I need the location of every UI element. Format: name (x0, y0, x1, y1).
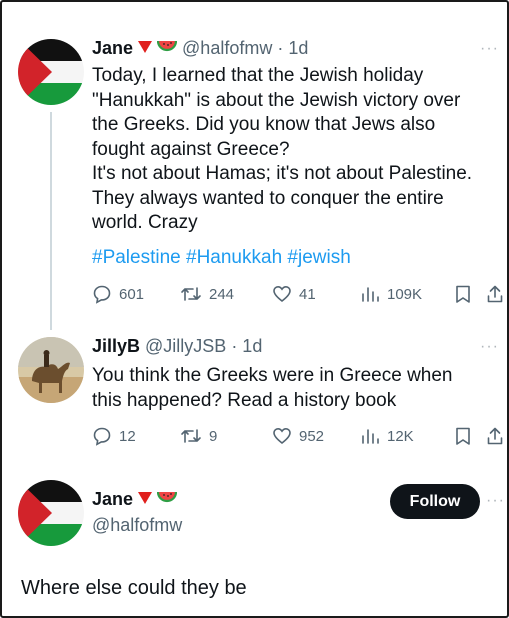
share-button[interactable] (486, 284, 504, 304)
retweet-count: 9 (209, 427, 218, 445)
reply-count: 12 (119, 427, 136, 445)
palestine-flag-icon (18, 480, 84, 546)
share-icon (487, 427, 503, 445)
bookmark-icon (456, 427, 470, 445)
more-icon[interactable]: ··· (486, 492, 505, 510)
views-icon (362, 287, 379, 302)
red-triangle-icon (138, 40, 153, 58)
heart-icon (273, 427, 291, 445)
share-icon (487, 285, 503, 303)
like-button[interactable]: 952 (272, 426, 324, 446)
avatar[interactable] (18, 39, 84, 105)
tweet-header: Jane @halfofmw · 1d (92, 38, 308, 59)
heart-icon (273, 285, 291, 303)
reply-header: JillyB @JillyJSB · 1d (92, 336, 262, 357)
author-handle[interactable]: @JillyJSB (145, 336, 226, 357)
bookmark-button[interactable] (454, 284, 472, 304)
views-count: 12K (387, 427, 414, 445)
share-button[interactable] (486, 426, 504, 446)
camel-photo-icon (18, 337, 84, 403)
reply-icon (93, 427, 111, 446)
author-name[interactable]: Jane (92, 38, 133, 59)
profile-handle-row: @halfofmw (92, 515, 182, 536)
profile-name-row: Jane (92, 489, 178, 510)
retweet-button[interactable]: 244 (180, 284, 234, 304)
tweet-text: Where else could they be (21, 577, 247, 599)
author-handle[interactable]: @halfofmw (92, 515, 182, 536)
reply-text: You think the Greeks were in Greece when… (92, 365, 453, 411)
reply-button[interactable]: 12 (92, 426, 136, 446)
author-handle[interactable]: @halfofmw (182, 38, 272, 59)
bookmark-button[interactable] (454, 426, 472, 446)
tweet-text: Today, I learned that the Jewish holiday… (92, 65, 473, 233)
red-triangle-icon (138, 491, 153, 509)
bookmark-icon (456, 285, 470, 303)
views-button[interactable]: 12K (360, 426, 414, 446)
like-button[interactable]: 41 (272, 284, 316, 304)
like-count: 952 (299, 427, 325, 445)
like-count: 41 (299, 285, 316, 303)
reply-count: 601 (119, 285, 145, 303)
watermelon-icon (156, 39, 178, 58)
avatar[interactable] (18, 480, 84, 546)
views-count: 109K (387, 285, 423, 303)
more-icon[interactable]: ··· (480, 338, 499, 356)
thread-line (50, 112, 52, 330)
screenshot-frame: Jane @halfofmw · 1d ··· Today, I learned… (0, 0, 509, 618)
author-name[interactable]: JillyB (92, 336, 140, 357)
reply-button[interactable]: 601 (92, 284, 144, 304)
avatar[interactable] (18, 337, 84, 403)
reply-icon (93, 285, 111, 304)
retweet-count: 244 (209, 285, 235, 303)
tweet-time[interactable]: · 1d (277, 38, 308, 59)
views-button[interactable]: 109K (360, 284, 422, 304)
more-icon[interactable]: ··· (480, 40, 499, 58)
watermelon-icon (156, 490, 178, 509)
follow-button[interactable]: Follow (390, 484, 480, 519)
retweet-button[interactable]: 9 (180, 426, 217, 446)
retweet-icon (181, 429, 201, 443)
views-icon (362, 429, 379, 444)
author-name[interactable]: Jane (92, 489, 133, 510)
palestine-flag-icon (18, 39, 84, 105)
retweet-icon (181, 287, 201, 301)
tweet-hashtags[interactable]: #Palestine #Hanukkah #jewish (92, 246, 351, 271)
tweet-time[interactable]: · 1d (231, 336, 262, 357)
